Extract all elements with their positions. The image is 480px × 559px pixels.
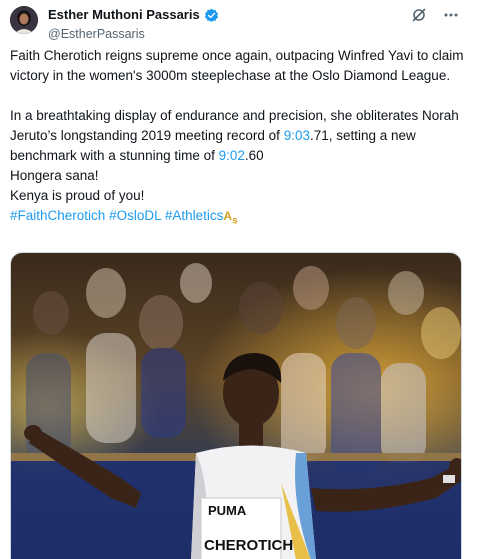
- author-names: Esther Muthoni Passaris @EstherPassaris: [48, 6, 219, 42]
- athletics-emoji: As: [223, 209, 238, 227]
- hashtag-faithcherotich[interactable]: #FaithCherotich: [10, 208, 105, 223]
- emoji-big: A: [223, 209, 233, 223]
- verified-badge-icon[interactable]: [204, 8, 219, 23]
- p2-text-c: .60: [244, 148, 264, 163]
- more-icon[interactable]: [442, 6, 460, 24]
- emoji-small: s: [232, 215, 238, 227]
- tweet-paragraph-2: In a breathtaking display of endurance a…: [10, 106, 470, 166]
- handle[interactable]: @EstherPassaris: [48, 26, 219, 42]
- line-kenya: Kenya is proud of you!: [10, 188, 145, 203]
- media-photo[interactable]: PUMA CHEROTICH: [10, 252, 462, 559]
- avatar[interactable]: [10, 6, 38, 34]
- bib-brand: PUMA: [208, 503, 247, 518]
- tweet-paragraph-1: Faith Cherotich reigns supreme once agai…: [10, 48, 464, 83]
- display-name-text[interactable]: Esther Muthoni Passaris: [48, 7, 200, 23]
- hashtag-oslodl[interactable]: #OsloDL: [109, 208, 161, 223]
- tweet-text: Faith Cherotich reigns supreme once agai…: [10, 46, 470, 231]
- hashtag-athletics[interactable]: #Athletics: [165, 208, 224, 223]
- hashtag-line: #FaithCherotich #OsloDL #AthleticsAs: [10, 206, 470, 231]
- header-actions: [410, 6, 460, 24]
- new-time-highlight: 9:02: [218, 148, 245, 163]
- line-hongera: Hongera sana!: [10, 168, 99, 183]
- grok-icon[interactable]: [410, 6, 428, 24]
- bib-name: CHEROTICH: [204, 537, 293, 554]
- display-name[interactable]: Esther Muthoni Passaris: [48, 7, 219, 23]
- record-time-highlight: 9:03: [283, 128, 310, 143]
- tweet-card: Esther Muthoni Passaris @EstherPassaris: [0, 0, 480, 559]
